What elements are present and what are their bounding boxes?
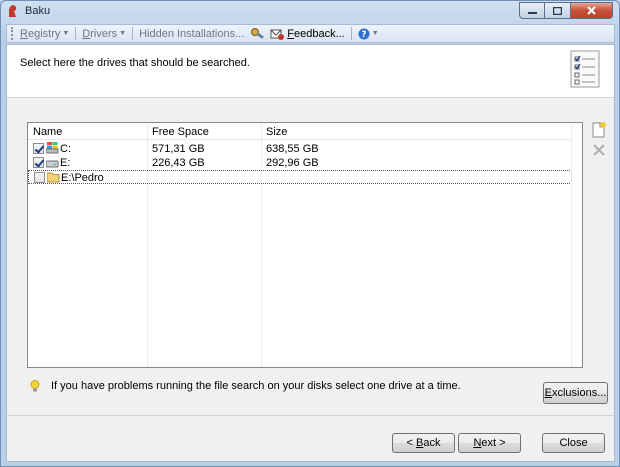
menu-feedback[interactable]: Feedback... <box>270 27 345 41</box>
column-header-name[interactable]: Name <box>28 123 148 140</box>
toolbar-grip[interactable] <box>11 27 14 40</box>
remove-folder-button[interactable] <box>590 141 608 159</box>
maximize-button[interactable] <box>545 2 571 19</box>
checklist-icon <box>570 50 600 88</box>
header-panel: Select here the drives that should be se… <box>7 45 614 98</box>
tip-text: If you have problems running the file se… <box>51 380 461 392</box>
column-header-size[interactable]: Size <box>261 123 572 140</box>
next-label: ext > <box>481 437 506 449</box>
menu-feedback-mnemonic: F <box>287 27 294 40</box>
folder-icon <box>47 172 60 183</box>
next-mnemonic: N <box>473 437 482 449</box>
list-scrollbar[interactable] <box>571 123 582 367</box>
caption-buttons <box>519 2 613 19</box>
back-mnemonic: B <box>416 437 424 449</box>
menu-drivers-mnemonic: D <box>82 27 91 40</box>
row-checkbox[interactable] <box>33 157 44 168</box>
menu-drivers[interactable]: Drivers ▼ <box>82 28 126 40</box>
content-panel: Select here the drives that should be se… <box>6 44 615 462</box>
chevron-down-icon: ▼ <box>62 30 70 37</box>
menu-registry[interactable]: Registry ▼ <box>20 28 69 40</box>
close-button[interactable]: Close <box>542 433 605 453</box>
menu-bar: Registry ▼ Drivers ▼ Hidden Installation… <box>6 24 615 43</box>
row-name: E: <box>60 157 71 169</box>
tools-icon[interactable] <box>250 27 266 41</box>
menu-help[interactable]: ? ▼ <box>358 28 379 40</box>
footer-divider <box>7 415 614 416</box>
menu-separator <box>75 27 77 40</box>
menu-registry-label: egistry <box>27 27 61 40</box>
title-bar[interactable]: Baku <box>1 1 619 22</box>
close-icon <box>587 6 596 15</box>
close-window-button[interactable] <box>571 2 613 19</box>
chevron-down-icon: ▼ <box>119 30 127 37</box>
app-window: Baku Registry ▼ Drivers ▼ Hidden Install… <box>0 0 620 467</box>
row-free-space: 226,43 GB <box>152 157 205 169</box>
exclusions-mnemonic: E <box>544 387 552 399</box>
row-free-space: 571,31 GB <box>152 143 205 155</box>
back-arrow: < <box>406 437 416 449</box>
table-row[interactable]: E:\Pedro <box>28 170 572 184</box>
minimize-icon <box>527 11 537 14</box>
column-header-free-space[interactable]: Free Space <box>147 123 262 140</box>
menu-hidden-installations-label: Hidden Installations... <box>139 27 245 40</box>
menu-registry-mnemonic: R <box>20 27 28 40</box>
next-button[interactable]: Next > <box>458 433 521 453</box>
drive-icon <box>46 160 59 168</box>
row-name: E:\Pedro <box>61 172 104 184</box>
menu-hidden-installations[interactable]: Hidden Installations... <box>139 28 244 40</box>
back-label: ack <box>423 437 441 449</box>
drive-list[interactable]: Name Free Space Size C: 571,31 GB 638,55… <box>27 122 583 368</box>
exclusions-label: xclusions... <box>551 387 607 399</box>
minimize-button[interactable] <box>519 2 545 19</box>
delete-icon <box>593 144 605 156</box>
row-checkbox[interactable] <box>33 143 44 154</box>
help-icon: ? <box>358 28 370 40</box>
menu-separator <box>132 27 134 40</box>
menu-drivers-label: rivers <box>90 27 118 40</box>
feedback-icon <box>270 29 285 40</box>
system-drive-icon <box>46 142 59 154</box>
row-checkbox[interactable] <box>34 172 45 183</box>
new-icon <box>600 122 606 128</box>
chevron-down-icon: ▼ <box>371 30 379 37</box>
app-icon <box>9 5 17 17</box>
header-instruction: Select here the drives that should be se… <box>20 57 250 69</box>
table-row[interactable]: E: 226,43 GB 292,96 GB <box>28 156 572 170</box>
menu-separator <box>350 27 352 40</box>
back-button[interactable]: < Back <box>392 433 455 453</box>
row-size: 638,55 GB <box>266 143 319 155</box>
svg-text:?: ? <box>361 30 366 40</box>
maximize-icon <box>553 6 562 15</box>
lightbulb-icon <box>30 380 40 392</box>
row-size: 292,96 GB <box>266 157 319 169</box>
add-folder-button[interactable] <box>590 121 608 139</box>
window-title: Baku <box>25 5 51 17</box>
table-row[interactable]: C: 571,31 GB 638,55 GB <box>28 142 572 156</box>
row-name: C: <box>60 143 71 155</box>
menu-feedback-label: eedback... <box>293 27 345 40</box>
exclusions-button[interactable]: Exclusions... <box>543 382 608 404</box>
